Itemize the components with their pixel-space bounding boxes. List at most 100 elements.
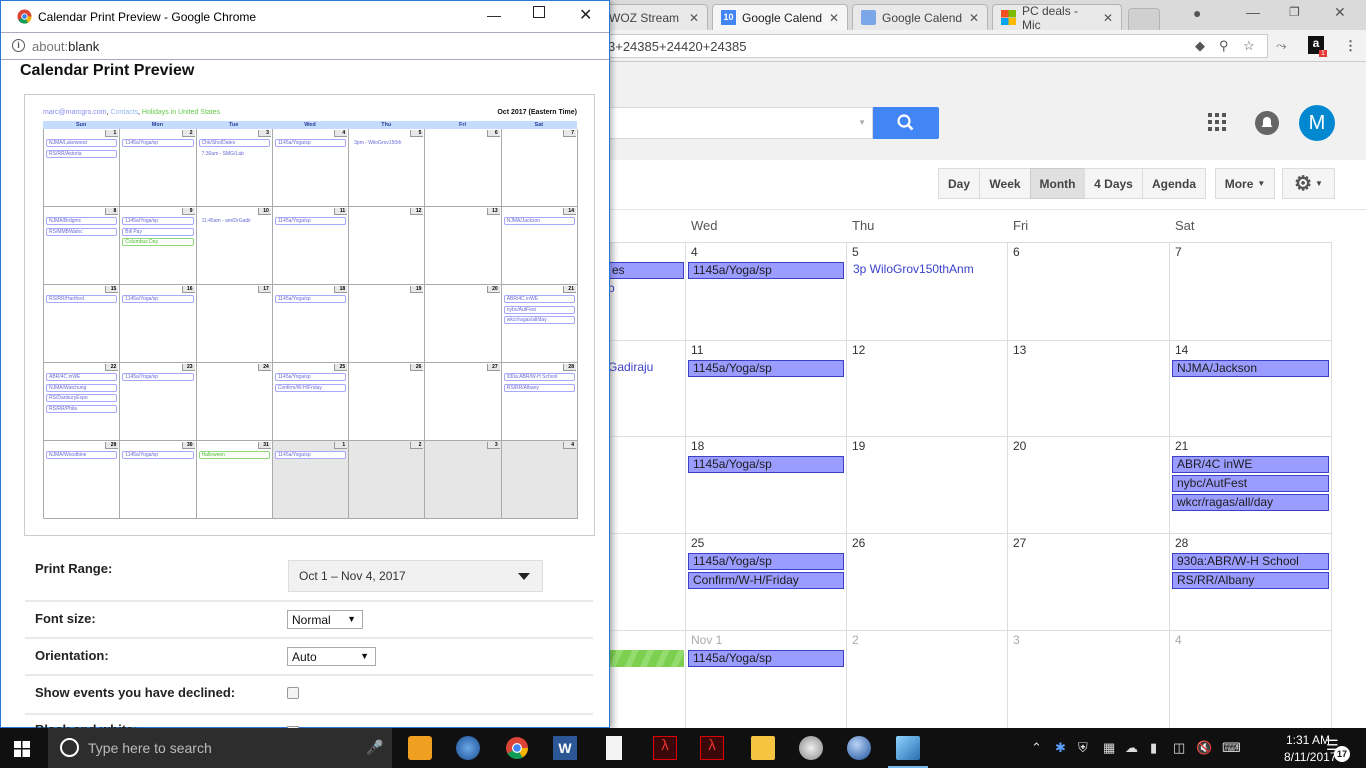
event-chip[interactable]: RS/RR/Albany — [1172, 572, 1329, 589]
day-number[interactable]: Nov 1 — [686, 631, 846, 647]
day-number[interactable]: 6 — [1008, 243, 1169, 259]
calendar-search-input[interactable]: ▼ — [608, 107, 873, 139]
day-number[interactable]: 28 — [1170, 534, 1331, 550]
event-chip[interactable]: NJMA/Jackson — [1172, 360, 1329, 377]
day-cell[interactable]: 18 1145a/Yoga/sp — [685, 436, 846, 533]
day-number[interactable]: 18 — [686, 437, 846, 453]
day-cell[interactable]: Nov 1 1145a/Yoga/sp — [685, 630, 846, 728]
microphone-icon[interactable]: 🎤 — [366, 739, 383, 756]
day-number[interactable]: 2 — [847, 631, 1007, 647]
day-cell[interactable]: 11 1145a/Yoga/sp — [685, 340, 846, 436]
defender-shield-icon[interactable]: ⛨ — [1078, 740, 1088, 756]
event-chip[interactable]: 930a:ABR/W-H School — [1172, 553, 1329, 570]
event-chip[interactable]: nybc/AutFest — [1172, 475, 1329, 492]
show-hidden-icons-chevron[interactable]: ⌃ — [1031, 740, 1042, 756]
account-avatar[interactable]: M — [1299, 105, 1335, 141]
event-chip[interactable]: 1145a/Yoga/sp — [688, 553, 844, 570]
bookmark-star-icon[interactable]: ☆ — [1243, 38, 1255, 54]
close-icon[interactable]: ✕ — [579, 5, 592, 25]
event-chip[interactable]: wkcr/ragas/all/day — [1172, 494, 1329, 511]
day-number[interactable]: 5 — [847, 243, 1007, 259]
tab-woz-stream[interactable]: WOZ Stream ✕ — [600, 4, 708, 30]
tab-close-icon[interactable]: ✕ — [829, 11, 839, 25]
day-number[interactable]: 25 — [686, 534, 846, 550]
view-week-button[interactable]: Week — [979, 168, 1031, 199]
event-chip[interactable]: 1145a/Yoga/sp — [688, 650, 844, 667]
search-button[interactable] — [873, 107, 939, 139]
battery-icon[interactable]: ▮ — [1150, 740, 1157, 756]
view-day-button[interactable]: Day — [938, 168, 980, 199]
day-cell[interactable]: 28 930a:ABR/W-H School RS/RR/Albany — [1169, 533, 1332, 630]
partial-day-cell[interactable] — [608, 533, 685, 630]
search-options-icon[interactable]: ▼ — [858, 118, 866, 127]
bluetooth-icon[interactable]: ✱ — [1055, 740, 1066, 756]
thunderbird-icon[interactable] — [456, 736, 480, 760]
blank-file-icon[interactable] — [606, 736, 622, 760]
print-range-dropdown[interactable]: Oct 1 – Nov 4, 2017 — [288, 560, 543, 592]
outlook-icon[interactable] — [408, 736, 432, 760]
minimize-icon[interactable]: — — [1246, 4, 1260, 20]
event-chip[interactable]: ABR/4C inWE — [1172, 456, 1329, 473]
day-number[interactable]: 27 — [1008, 534, 1169, 550]
view-agenda-button[interactable]: Agenda — [1142, 168, 1206, 199]
day-number[interactable]: 19 — [847, 437, 1007, 453]
tab-close-icon[interactable]: ✕ — [1103, 11, 1113, 25]
day-number[interactable]: 3 — [1008, 631, 1169, 647]
partial-day-cell[interactable] — [608, 436, 685, 533]
settings-dropdown[interactable]: ⚙ ▼ — [1282, 168, 1335, 199]
day-cell[interactable]: 6 — [1007, 242, 1169, 340]
event-chip[interactable]: Confirm/W-H/Friday — [688, 572, 844, 589]
day-cell[interactable]: 4 — [1169, 630, 1332, 728]
day-cell[interactable]: 21 ABR/4C inWE nybc/AutFest wkcr/ragas/all/… — [1169, 436, 1332, 533]
declined-checkbox[interactable] — [287, 687, 299, 699]
tracking-icon[interactable]: ◆ — [1195, 38, 1205, 54]
day-cell[interactable]: 5 3p WiloGrov150thAnm — [846, 242, 1007, 340]
day-number[interactable]: 26 — [847, 534, 1007, 550]
event-chip[interactable]: 3p WiloGrov150thAnm — [853, 262, 974, 276]
day-cell[interactable]: 27 — [1007, 533, 1169, 630]
url-field[interactable]: 3+24385+24420+24385 — [608, 34, 1268, 58]
day-cell[interactable]: 12 — [846, 340, 1007, 436]
view-4days-button[interactable]: 4 Days — [1084, 168, 1143, 199]
view-month-button[interactable]: Month — [1030, 168, 1085, 199]
touch-keyboard-icon[interactable]: ⌨ — [1222, 740, 1241, 756]
profile-icon[interactable]: ● — [1193, 5, 1201, 21]
chrome-icon[interactable] — [505, 736, 529, 760]
compass-icon[interactable] — [799, 736, 823, 760]
more-dropdown[interactable]: More ▼ — [1215, 168, 1275, 199]
day-cell[interactable]: 3 — [1007, 630, 1169, 728]
day-cell[interactable]: 7 — [1169, 242, 1332, 340]
day-cell[interactable]: 20 — [1007, 436, 1169, 533]
extension-icon[interactable]: ⤳ — [1276, 38, 1286, 54]
network-icon[interactable]: ◫ — [1173, 740, 1185, 756]
taskbar-clock[interactable]: 1:31 AM 8/11/2017 — [1284, 732, 1337, 766]
word-icon[interactable]: W — [553, 736, 577, 760]
day-number[interactable]: 13 — [1008, 341, 1169, 357]
day-cell[interactable]: 4 1145a/Yoga/sp — [685, 242, 846, 340]
day-number[interactable]: 7 — [1170, 243, 1331, 259]
taskbar-search[interactable]: Type here to search 🎤 — [48, 728, 392, 768]
day-cell[interactable]: 26 — [846, 533, 1007, 630]
day-number[interactable]: 4 — [686, 243, 846, 259]
new-tab-button[interactable] — [1128, 8, 1160, 30]
info-icon[interactable]: i — [12, 39, 25, 52]
day-cell[interactable]: 14 NJMA/Jackson — [1169, 340, 1332, 436]
notifications-bell-icon[interactable] — [1255, 111, 1279, 135]
acrobat-icon[interactable]: λ — [700, 736, 724, 760]
apps-grid-icon[interactable] — [1208, 113, 1226, 131]
tab-pc-deals[interactable]: PC deals - Mic ✕ — [992, 4, 1122, 32]
volume-muted-icon[interactable]: 🔇 — [1196, 740, 1212, 756]
day-cell[interactable]: 2 — [846, 630, 1007, 728]
file-explorer-icon[interactable] — [751, 736, 775, 760]
event-chip[interactable]: Gadiraju — [608, 360, 653, 374]
day-number[interactable]: 21 — [1170, 437, 1331, 453]
day-number[interactable]: 11 — [686, 341, 846, 357]
tab-close-icon[interactable]: ✕ — [969, 11, 979, 25]
multi-day-event-bar[interactable] — [608, 650, 684, 667]
restore-icon[interactable]: ❐ — [1289, 5, 1300, 19]
event-chip[interactable]: 1145a/Yoga/sp — [688, 456, 844, 473]
event-chip[interactable]: es — [608, 262, 684, 279]
maximize-icon[interactable] — [533, 6, 545, 18]
zoom-icon[interactable]: ⚲ — [1219, 38, 1229, 54]
day-number[interactable]: 14 — [1170, 341, 1331, 357]
